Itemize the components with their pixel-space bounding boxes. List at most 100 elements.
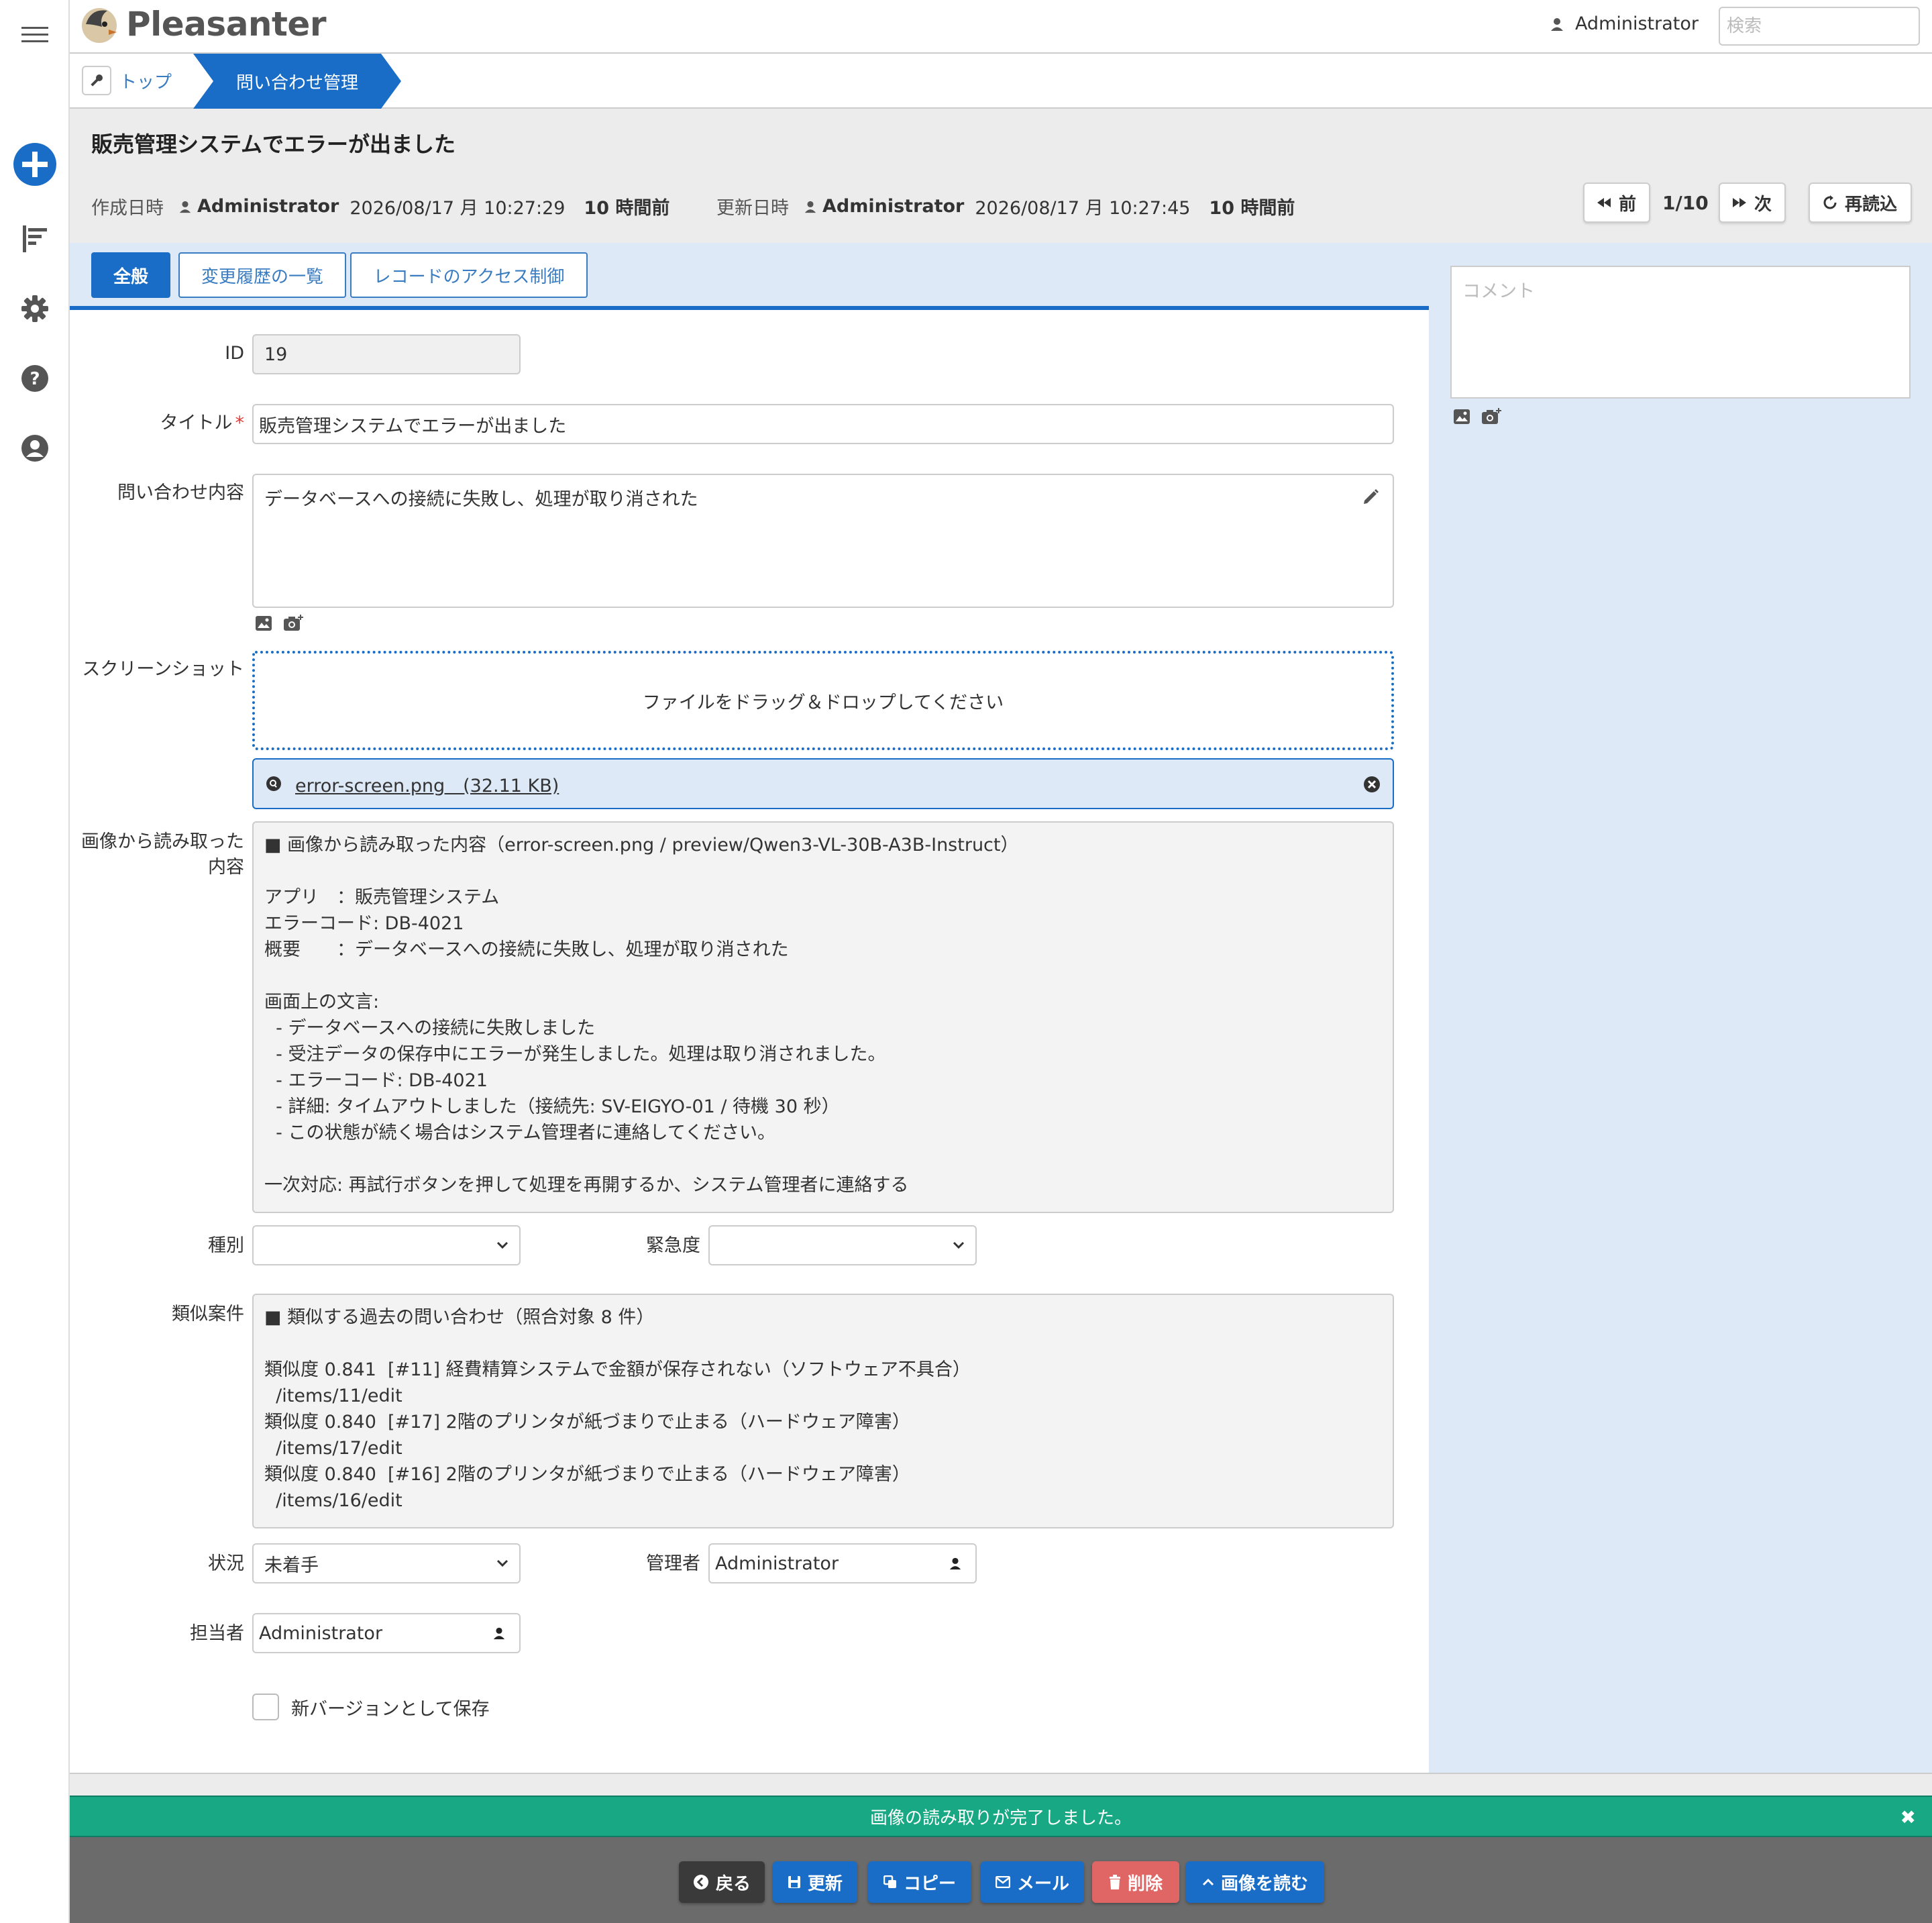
updated-info: 更新日時 Administrator 2026/08/17 月 10:27:45…: [716, 193, 1295, 219]
user-name: Administrator: [1574, 13, 1699, 34]
save-new-version-checkbox[interactable]: 新バージョンとして保存: [252, 1694, 490, 1720]
key-icon: [91, 74, 103, 87]
footer-toolbar: 戻る 更新 コピー メール 削除 画像を読む: [70, 1837, 1932, 1923]
delete-button[interactable]: 削除: [1092, 1861, 1179, 1903]
status-select[interactable]: 未着手: [252, 1543, 521, 1583]
update-button[interactable]: 更新: [773, 1861, 857, 1903]
owner-field[interactable]: Administrator: [252, 1613, 521, 1653]
copy-button[interactable]: コピー: [868, 1861, 971, 1903]
image-upload-icon[interactable]: [255, 615, 272, 631]
user-account-icon[interactable]: [0, 433, 70, 463]
close-icon[interactable]: ✖: [1900, 1806, 1916, 1828]
message-text: 画像の読み取りが完了しました。: [869, 1808, 1132, 1828]
breadcrumb-key-button[interactable]: [82, 66, 111, 95]
tab-change-history[interactable]: 変更履歴の一覧: [178, 252, 346, 298]
hamburger-menu-icon[interactable]: [0, 20, 70, 50]
camera-icon[interactable]: [1481, 408, 1501, 425]
chevron-up-icon: [1202, 1878, 1214, 1886]
ocr-label: 画像から読み取った内容: [81, 831, 244, 878]
sort-list-icon[interactable]: [0, 224, 70, 254]
save-new-version-label: 新バージョンとして保存: [291, 1698, 490, 1720]
screenshot-label: スクリーンショット: [82, 659, 244, 680]
pleasanter-logo-icon: [82, 8, 117, 43]
tab-general[interactable]: 全般: [91, 252, 170, 298]
status-label: 状況: [208, 1553, 244, 1574]
breadcrumb-top-link[interactable]: トップ: [119, 68, 172, 93]
file-link[interactable]: error-screen.png (32.11 KB): [295, 771, 559, 797]
reload-icon: [1823, 195, 1837, 209]
page-counter: 1/10: [1662, 192, 1709, 214]
user-picker-icon[interactable]: [949, 1557, 962, 1570]
header: Pleasanter Administrator: [70, 0, 1932, 54]
updated-ago: 10 時間前: [1209, 198, 1295, 219]
created-info: 作成日時 Administrator 2026/08/17 月 10:27:29…: [91, 193, 669, 219]
updated-by[interactable]: Administrator: [822, 196, 964, 217]
next-arrow-icon: [1732, 198, 1746, 207]
user-menu[interactable]: Administrator: [1550, 13, 1699, 34]
camera-icon[interactable]: [283, 615, 303, 632]
copy-icon: [883, 1875, 896, 1888]
title-label: タイトル *: [160, 413, 245, 433]
file-dropzone[interactable]: ファイルをドラッグ＆ドロップしてください: [252, 651, 1394, 750]
id-label: ID: [225, 343, 244, 364]
reload-button[interactable]: 再読込: [1809, 183, 1912, 223]
chevron-down-icon: [496, 1241, 508, 1249]
content-label: 問い合わせ内容: [117, 482, 244, 503]
left-nav: ?: [0, 0, 70, 1923]
trash-icon: [1109, 1875, 1120, 1889]
attached-file: error-screen.png (32.11 KB): [252, 758, 1394, 809]
record-header: 販売管理システムでエラーが出ました 作成日時 Administrator 202…: [70, 109, 1932, 243]
chevron-down-icon: [953, 1241, 965, 1249]
user-icon: [1550, 17, 1563, 31]
prev-arrow-icon: [1597, 198, 1611, 207]
updated-at: 2026/08/17 月 10:27:45: [975, 198, 1191, 219]
content-textarea[interactable]: データベースへの接続に失敗し、処理が取り消された: [252, 474, 1394, 608]
breadcrumb-current[interactable]: 問い合わせ管理: [193, 54, 401, 109]
mail-button[interactable]: メール: [981, 1861, 1084, 1903]
back-circle-icon: [693, 1875, 708, 1889]
save-disk-icon: [788, 1876, 800, 1888]
back-button[interactable]: 戻る: [679, 1861, 765, 1903]
similar-content: ■ 類似する過去の問い合わせ（照合対象 8 件） 類似度 0.841 [#11]…: [252, 1294, 1394, 1528]
type-select[interactable]: [252, 1225, 521, 1265]
image-upload-icon[interactable]: [1453, 409, 1470, 425]
title-input[interactable]: 販売管理システムでエラーが出ました: [252, 404, 1394, 444]
comment-input[interactable]: [1450, 266, 1911, 399]
ocr-content: ■ 画像から読み取った内容（error-screen.png / preview…: [252, 821, 1394, 1213]
record-form: ID 19 タイトル * 販売管理システムでエラーが出ました 問い合わせ内容 デー…: [70, 310, 1429, 1773]
created-at: 2026/08/17 月 10:27:29: [350, 198, 566, 219]
user-icon: [179, 201, 191, 213]
brand-logo[interactable]: Pleasanter: [79, 4, 327, 44]
gear-icon[interactable]: [0, 294, 70, 323]
similar-label: 類似案件: [172, 1304, 244, 1324]
brand-name: Pleasanter: [126, 5, 327, 44]
preview-icon[interactable]: [266, 776, 282, 792]
id-field: 19: [252, 334, 521, 374]
edit-pencil-icon[interactable]: [1362, 487, 1381, 506]
updated-label: 更新日時: [716, 198, 789, 219]
user-icon: [804, 201, 816, 213]
separator-bar: [70, 1773, 1932, 1796]
next-button[interactable]: 次: [1719, 183, 1786, 223]
add-new-icon[interactable]: [0, 141, 70, 188]
success-message: 画像の読み取りが完了しました。 ✖: [70, 1796, 1932, 1837]
manager-label: 管理者: [646, 1553, 700, 1574]
created-by[interactable]: Administrator: [197, 196, 339, 217]
checkbox-box[interactable]: [252, 1694, 279, 1720]
read-image-button[interactable]: 画像を読む: [1186, 1861, 1324, 1903]
user-picker-icon[interactable]: [492, 1626, 506, 1640]
svg-text:?: ?: [30, 369, 40, 389]
prev-button[interactable]: 前: [1583, 183, 1650, 223]
created-ago: 10 時間前: [584, 198, 670, 219]
breadcrumb: トップ 問い合わせ管理: [70, 54, 1932, 109]
type-label: 種別: [208, 1235, 244, 1256]
help-icon[interactable]: ?: [0, 364, 70, 393]
search-input[interactable]: [1719, 7, 1920, 46]
urgency-select[interactable]: [708, 1225, 977, 1265]
mail-icon: [995, 1876, 1010, 1888]
tab-access-control[interactable]: レコードのアクセス制御: [350, 252, 588, 298]
owner-label: 担当者: [190, 1623, 244, 1644]
required-mark: *: [235, 413, 245, 433]
manager-field[interactable]: Administrator: [708, 1543, 977, 1583]
remove-file-icon[interactable]: [1363, 776, 1381, 793]
